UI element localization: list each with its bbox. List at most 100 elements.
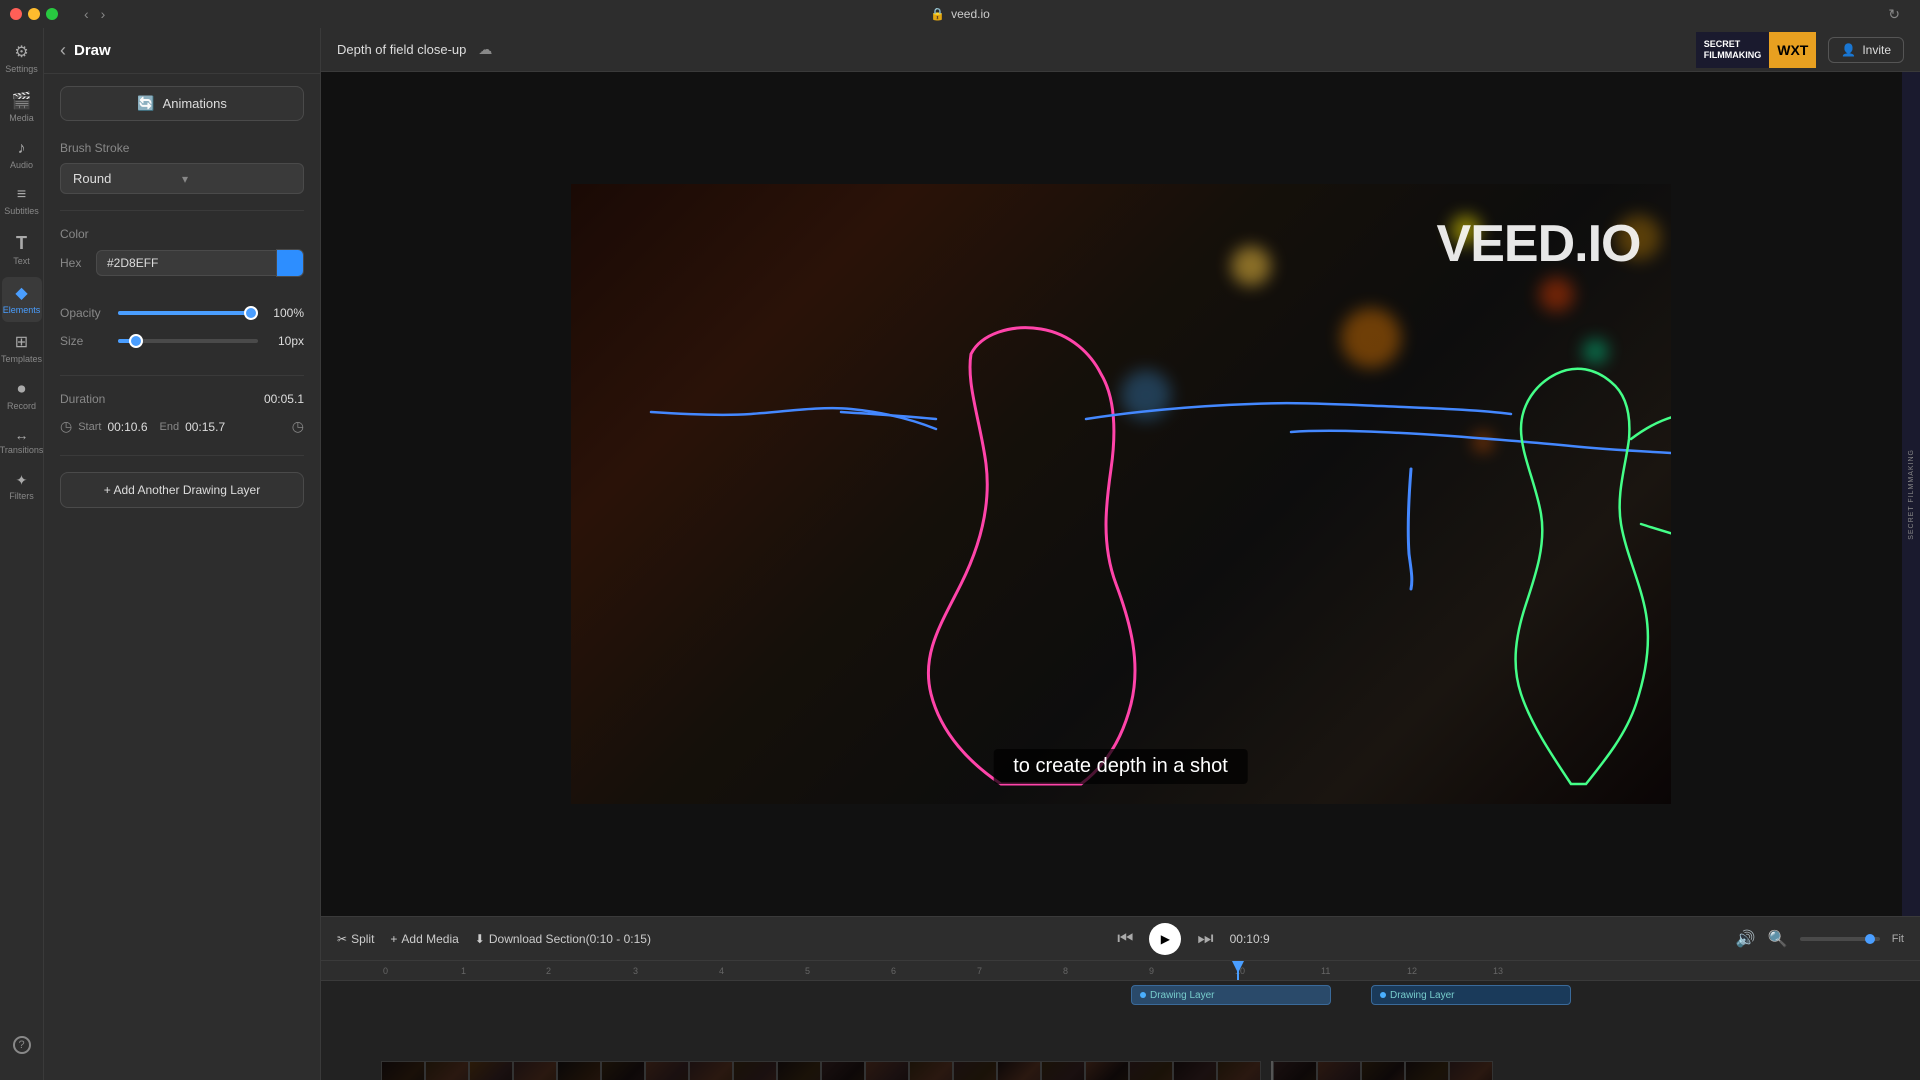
add-media-icon: + (390, 932, 397, 946)
end-clock-icon: ◷ (292, 418, 304, 435)
close-dot[interactable] (10, 8, 22, 20)
sidebar-item-media[interactable]: 🎬 Media (2, 85, 42, 130)
video-area: VEED.IO (321, 72, 1920, 916)
animations-button[interactable]: 🔄 Animations (60, 86, 304, 121)
timeline-cursor[interactable] (1237, 961, 1239, 980)
icon-sidebar: ⚙ Settings 🎬 Media ♪ Audio ≡ Subtitles T… (0, 28, 44, 1080)
content-area: Depth of field close-up ☁ SECRETFILMMAKI… (321, 28, 1920, 1080)
opacity-thumb[interactable] (244, 306, 258, 320)
chevron-down-icon: ▾ (182, 172, 291, 186)
add-media-button[interactable]: + Add Media (390, 932, 458, 946)
panel-title: Draw (74, 42, 111, 59)
hex-input[interactable] (96, 250, 276, 276)
layer-dot (1140, 992, 1146, 998)
film-frame (425, 1061, 469, 1080)
browser-nav[interactable]: ‹ › (80, 4, 109, 24)
film-frame (1361, 1061, 1405, 1080)
hex-color-row: Hex (60, 249, 304, 277)
drawing-layer-track-2[interactable]: Drawing Layer (1371, 985, 1571, 1005)
sidebar-item-settings[interactable]: ⚙ Settings (2, 36, 42, 81)
sidebar-item-elements[interactable]: ◆ Elements (2, 277, 42, 322)
subtitles-icon: ≡ (17, 186, 26, 204)
watermark-badge: SECRETFILMMAKING WXT (1696, 32, 1817, 68)
sidebar-item-transitions[interactable]: ↔ Transitions (2, 421, 42, 462)
brush-type-value: Round (73, 171, 182, 186)
add-layer-button[interactable]: + Add Another Drawing Layer (60, 472, 304, 508)
track-content-1: Drawing Layer Drawing Layer (381, 985, 1920, 1013)
timeline-area: 0 1 2 3 4 5 6 7 8 9 10 11 12 13 (321, 960, 1920, 1080)
main-layout: ⚙ Settings 🎬 Media ♪ Audio ≡ Subtitles T… (0, 28, 1920, 1080)
ruler-mark-13: 13 (1493, 966, 1503, 976)
window-controls[interactable] (10, 8, 58, 20)
transitions-icon: ↔ (15, 427, 29, 443)
brush-stroke-label: Brush Stroke (60, 141, 304, 155)
film-frame (557, 1061, 601, 1080)
film-frame (513, 1061, 557, 1080)
ruler-mark-7: 7 (977, 966, 982, 976)
volume-icon[interactable]: 🔊 (1736, 929, 1756, 949)
play-button[interactable]: ▶ (1149, 923, 1181, 955)
brush-stroke-section: Brush Stroke Round ▾ (44, 133, 320, 202)
download-section-button[interactable]: ⬇ Download Section(0:10 - 0:15) (475, 932, 651, 946)
bottom-controls: ✂ Split + Add Media ⬇ Download Section(0… (321, 916, 1920, 960)
sidebar-item-filters[interactable]: ✦ Filters (2, 466, 42, 508)
hex-label: Hex (60, 256, 96, 270)
save-icon[interactable]: ☁ (478, 41, 492, 58)
audio-icon: ♪ (18, 140, 26, 158)
sidebar-item-subtitles[interactable]: ≡ Subtitles (2, 180, 42, 223)
back-button[interactable]: ‹ (80, 4, 93, 24)
size-slider[interactable] (118, 331, 258, 351)
film-frame (997, 1061, 1041, 1080)
back-to-elements-button[interactable]: ‹ (60, 40, 66, 61)
opacity-row: Opacity 100% (60, 303, 304, 323)
zoom-thumb[interactable] (1865, 934, 1875, 944)
split-button[interactable]: ✂ Split (337, 932, 374, 946)
end-value: 00:15.7 (185, 420, 225, 434)
rewind-button[interactable]: ⏮ (1117, 928, 1133, 949)
forward-button[interactable]: › (97, 4, 110, 24)
film-frame (1173, 1061, 1217, 1080)
secret-filmmaking-logo: SECRETFILMMAKING (1696, 32, 1770, 68)
ruler-mark-6: 6 (891, 966, 896, 976)
divider-2 (60, 375, 304, 376)
zoom-out-icon[interactable]: 🔍 (1768, 929, 1788, 949)
filters-icon: ✦ (16, 472, 28, 489)
sidebar-item-record[interactable]: ⏺ Record (2, 375, 42, 418)
brush-type-select[interactable]: Round ▾ (60, 163, 304, 194)
text-icon: T (16, 233, 27, 254)
film-frame (381, 1061, 425, 1080)
ruler-mark-8: 8 (1063, 966, 1068, 976)
color-swatch[interactable] (276, 249, 304, 277)
sidebar-item-help[interactable]: ? (2, 1030, 42, 1060)
refresh-button[interactable]: ↻ (1888, 6, 1900, 23)
invite-label: Invite (1862, 43, 1891, 57)
minimize-dot[interactable] (28, 8, 40, 20)
sidebar-item-label: Record (7, 401, 36, 412)
fast-forward-button[interactable]: ⏭ (1197, 928, 1213, 949)
size-row: Size 10px (60, 331, 304, 351)
size-label: Size (60, 334, 108, 348)
start-value: 00:10.6 (107, 420, 147, 434)
sidebar-item-label: Transitions (0, 445, 43, 456)
media-icon: 🎬 (12, 91, 32, 111)
sidebar-item-audio[interactable]: ♪ Audio (2, 134, 42, 177)
sidebar-item-text[interactable]: T Text (2, 227, 42, 273)
maximize-dot[interactable] (46, 8, 58, 20)
sidebar-item-templates[interactable]: ⊞ Templates (2, 326, 42, 371)
fit-label[interactable]: Fit (1892, 933, 1904, 945)
zoom-slider[interactable] (1800, 937, 1880, 941)
subtitle-text: to create depth in a shot (1013, 755, 1228, 777)
film-frame (601, 1061, 645, 1080)
drawing-layer-track-1[interactable]: Drawing Layer (1131, 985, 1331, 1005)
filmstrip-left (381, 1061, 1261, 1080)
sidebar-item-label: Settings (5, 64, 38, 75)
wxt-badge: WXT (1769, 32, 1816, 68)
opacity-value: 100% (268, 306, 304, 320)
opacity-slider[interactable] (118, 303, 258, 323)
timeline-tracks: Drawing Layer Drawing Layer (321, 981, 1920, 1061)
size-thumb[interactable] (129, 334, 143, 348)
film-frame (821, 1061, 865, 1080)
animation-icon: 🔄 (137, 95, 154, 112)
ruler-mark-11: 11 (1321, 966, 1330, 976)
invite-button[interactable]: 👤 Invite (1828, 37, 1904, 63)
